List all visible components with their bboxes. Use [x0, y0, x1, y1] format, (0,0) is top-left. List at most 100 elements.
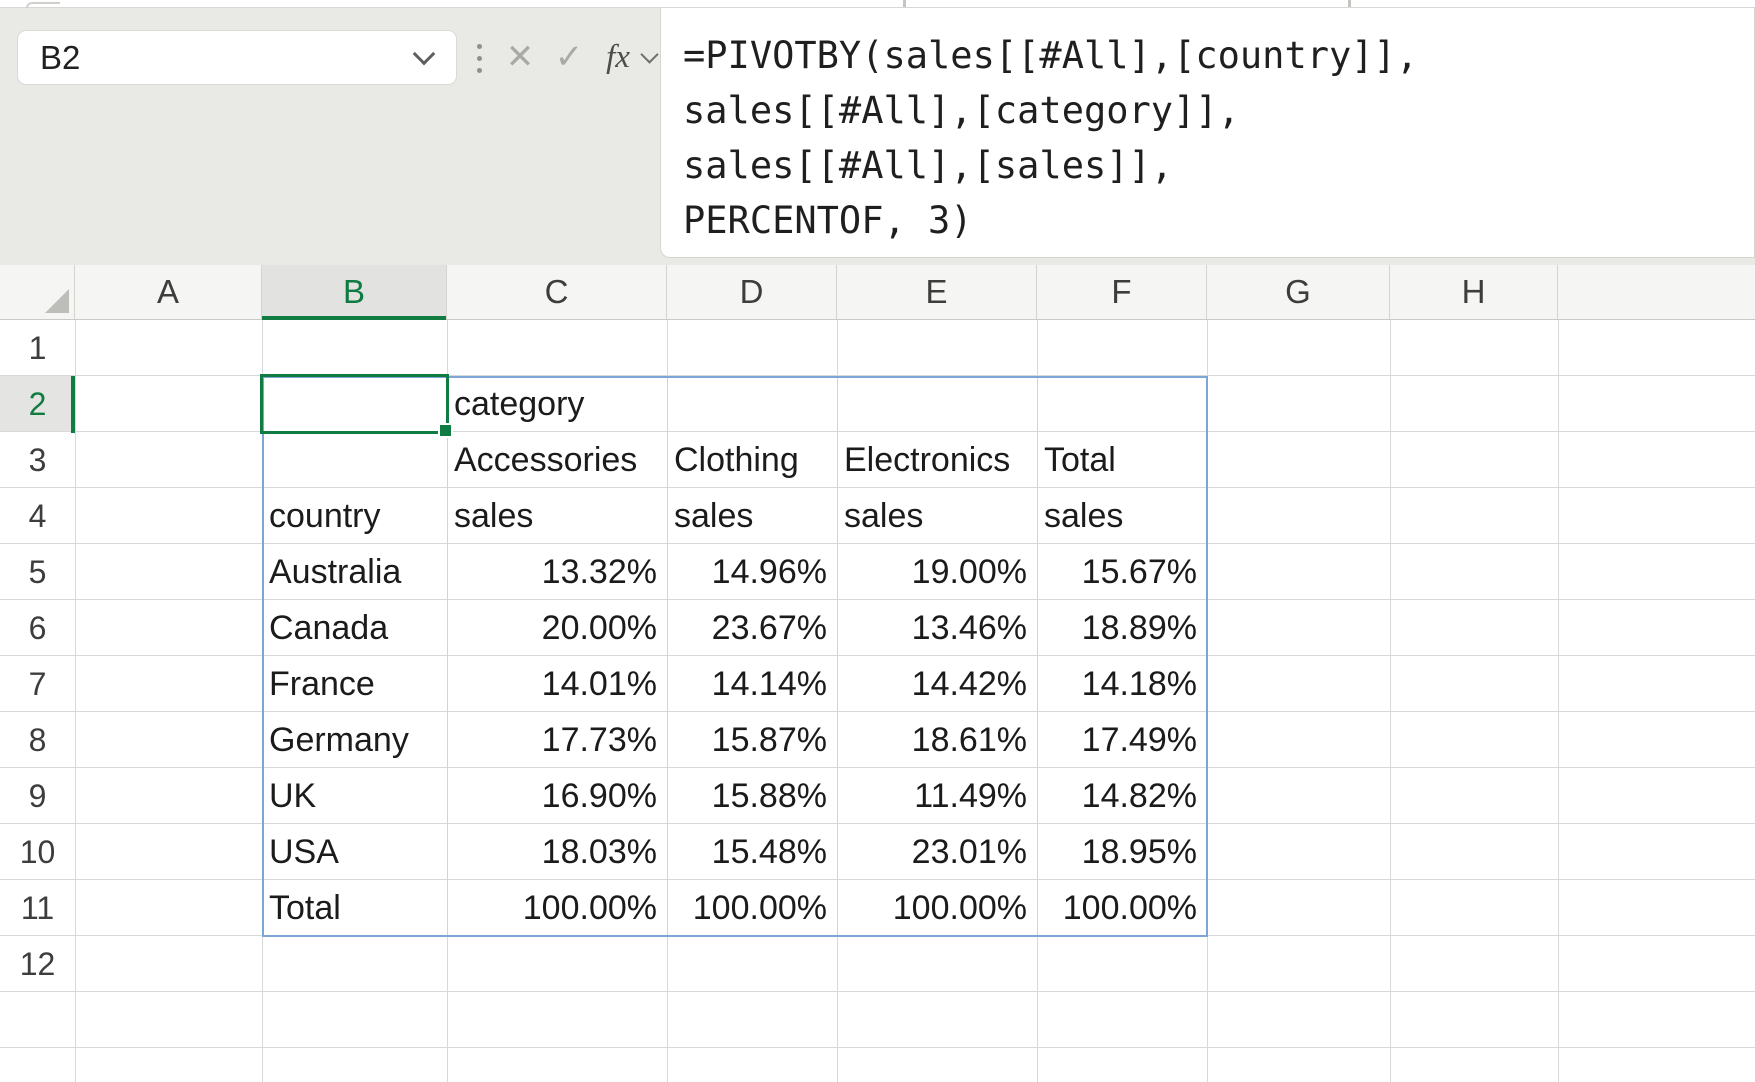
ribbon-corner-fragment	[26, 2, 60, 8]
formula-line: sales[[#All],[sales]],	[683, 138, 1754, 193]
cell-D11[interactable]: 100.00%	[667, 880, 837, 936]
cell-D5[interactable]: 14.96%	[667, 544, 837, 600]
cell-C6[interactable]: 20.00%	[447, 600, 667, 656]
selected-row-bar	[71, 376, 75, 433]
column-header-A[interactable]: A	[75, 265, 262, 319]
row-header-7[interactable]: 7	[0, 656, 75, 712]
cell-E9[interactable]: 11.49%	[837, 768, 1037, 824]
cell-D4[interactable]: sales	[667, 488, 837, 544]
formula-line: =PIVOTBY(sales[[#All],[country]],	[683, 28, 1754, 83]
cell-E3[interactable]: Electronics	[837, 432, 1037, 488]
ribbon-bottom-edge	[0, 0, 1755, 8]
dot	[477, 68, 482, 73]
row-header-4[interactable]: 4	[0, 488, 75, 544]
cell-E4[interactable]: sales	[837, 488, 1037, 544]
cell-E7[interactable]: 14.42%	[837, 656, 1037, 712]
formula-line: PERCENTOF, 3)	[683, 193, 1754, 248]
formula-bar-collapse-button[interactable]	[636, 32, 662, 82]
column-header-row: A B C D E F G H	[0, 265, 1755, 320]
cell-F11[interactable]: 100.00%	[1037, 880, 1207, 936]
cell-B4[interactable]: country	[262, 488, 447, 544]
gridline	[1390, 320, 1391, 1082]
cell-D9[interactable]: 15.88%	[667, 768, 837, 824]
fx-icon: fx	[606, 39, 630, 76]
ribbon-artifact	[1348, 0, 1351, 7]
cell-E11[interactable]: 100.00%	[837, 880, 1037, 936]
cell-B5[interactable]: Australia	[262, 544, 447, 600]
row-header-1[interactable]: 1	[0, 320, 75, 376]
row-header-12[interactable]: 12	[0, 936, 75, 992]
column-header-H[interactable]: H	[1390, 265, 1558, 319]
column-header-G[interactable]: G	[1207, 265, 1390, 319]
cell-F9[interactable]: 14.82%	[1037, 768, 1207, 824]
cell-D10[interactable]: 15.48%	[667, 824, 837, 880]
row-header-2[interactable]: 2	[0, 376, 75, 432]
fill-handle[interactable]	[438, 423, 453, 438]
cell-F10[interactable]: 18.95%	[1037, 824, 1207, 880]
cell-F4[interactable]: sales	[1037, 488, 1207, 544]
cell-E5[interactable]: 19.00%	[837, 544, 1037, 600]
column-header-E[interactable]: E	[837, 265, 1037, 319]
cell-C10[interactable]: 18.03%	[447, 824, 667, 880]
cell-C2[interactable]: category	[447, 376, 667, 432]
cell-D6[interactable]: 23.67%	[667, 600, 837, 656]
name-box-value[interactable]: B2	[18, 39, 416, 77]
gridline	[75, 320, 76, 1082]
select-all-corner[interactable]	[0, 265, 75, 319]
column-header-B[interactable]: B	[262, 265, 447, 319]
cell-D3[interactable]: Clothing	[667, 432, 837, 488]
row-header-11[interactable]: 11	[0, 880, 75, 936]
formula-bar-drag-handle[interactable]	[472, 33, 486, 83]
cell-C8[interactable]: 17.73%	[447, 712, 667, 768]
select-all-triangle-icon	[45, 289, 69, 313]
formula-input[interactable]: =PIVOTBY(sales[[#All],[country]], sales[…	[661, 8, 1754, 248]
cancel-icon: ✕	[506, 37, 535, 77]
cell-E8[interactable]: 18.61%	[837, 712, 1037, 768]
cell-D7[interactable]: 14.14%	[667, 656, 837, 712]
row-header-6[interactable]: 6	[0, 600, 75, 656]
cell-D8[interactable]: 15.87%	[667, 712, 837, 768]
dot	[477, 56, 482, 61]
row-header-9[interactable]: 9	[0, 768, 75, 824]
cell-C4[interactable]: sales	[447, 488, 667, 544]
cell-F5[interactable]: 15.67%	[1037, 544, 1207, 600]
cell-B7[interactable]: France	[262, 656, 447, 712]
selection-B2[interactable]	[260, 374, 449, 434]
cell-B9[interactable]: UK	[262, 768, 447, 824]
cell-C3[interactable]: Accessories	[447, 432, 667, 488]
cell-B6[interactable]: Canada	[262, 600, 447, 656]
dot	[477, 44, 482, 49]
cell-F8[interactable]: 17.49%	[1037, 712, 1207, 768]
cell-C9[interactable]: 16.90%	[447, 768, 667, 824]
formula-bar[interactable]: =PIVOTBY(sales[[#All],[country]], sales[…	[660, 8, 1755, 258]
cell-E6[interactable]: 13.46%	[837, 600, 1037, 656]
cell-C5[interactable]: 13.32%	[447, 544, 667, 600]
column-header-partial[interactable]	[1558, 265, 1755, 319]
ribbon-artifact	[903, 0, 906, 7]
row-header-5[interactable]: 5	[0, 544, 75, 600]
formula-line: sales[[#All],[category]],	[683, 83, 1754, 138]
cell-B8[interactable]: Germany	[262, 712, 447, 768]
gridline	[1558, 320, 1559, 1082]
cell-C7[interactable]: 14.01%	[447, 656, 667, 712]
row-header-3[interactable]: 3	[0, 432, 75, 488]
cancel-button[interactable]: ✕	[497, 32, 543, 82]
column-header-D[interactable]: D	[667, 265, 837, 319]
row-header-8[interactable]: 8	[0, 712, 75, 768]
cell-B10[interactable]: USA	[262, 824, 447, 880]
column-header-C[interactable]: C	[447, 265, 667, 319]
cell-F7[interactable]: 14.18%	[1037, 656, 1207, 712]
name-box[interactable]: B2	[17, 30, 457, 85]
cell-C11[interactable]: 100.00%	[447, 880, 667, 936]
cell-E10[interactable]: 23.01%	[837, 824, 1037, 880]
enter-button[interactable]: ✓	[546, 32, 592, 82]
formula-bar-area: B2 ✕ ✓ fx =PIVOTBY(sales[[#All],[country…	[0, 0, 1755, 265]
row-header-10[interactable]: 10	[0, 824, 75, 880]
column-header-F[interactable]: F	[1037, 265, 1207, 319]
name-box-chevron-down-icon[interactable]	[413, 43, 436, 66]
insert-function-button[interactable]: fx	[596, 32, 640, 82]
cell-F3[interactable]: Total	[1037, 432, 1207, 488]
cell-B11[interactable]: Total	[262, 880, 447, 936]
column-header-B-label: B	[343, 273, 365, 310]
cell-F6[interactable]: 18.89%	[1037, 600, 1207, 656]
